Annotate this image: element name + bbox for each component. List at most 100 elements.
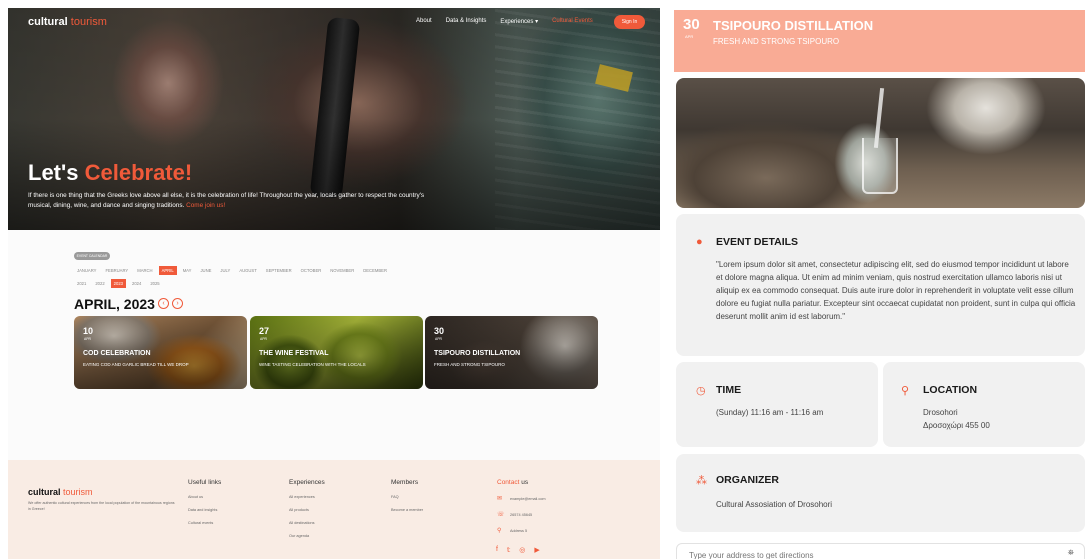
nav-link-data-insights[interactable]: Data & Insights	[446, 18, 487, 25]
footer-heading: Contact us	[497, 479, 546, 486]
directions-icon[interactable]: ⛯	[1068, 548, 1074, 558]
signin-button[interactable]: Sign In	[614, 15, 645, 29]
card-day: 27	[259, 326, 270, 336]
event-card-wine-festival[interactable]: 27 APR THE WINE FESTIVAL WINE TASTING CE…	[250, 316, 423, 389]
photo-glass	[862, 138, 898, 194]
location-line-2: Δροσοχώρι 455 00	[923, 421, 990, 430]
month-february[interactable]: FEBRUARY	[102, 266, 131, 275]
card-month: APR	[84, 337, 91, 341]
hero-banner: cultural tourism About Data & Insights E…	[8, 8, 660, 230]
hero-title-main: Let's	[28, 160, 79, 185]
address-input[interactable]	[689, 549, 1049, 559]
month-august[interactable]: AUGUST	[236, 266, 259, 275]
contact-email[interactable]: ✉ example@email.com	[497, 495, 546, 502]
month-june[interactable]: JUNE	[197, 266, 214, 275]
footer-link-events[interactable]: Cultural events	[188, 521, 221, 525]
event-day: 30	[683, 16, 700, 33]
clock-icon: ◷	[696, 385, 706, 397]
nav-link-about[interactable]: About	[416, 18, 432, 25]
footer-link-all-destinations[interactable]: All destinations	[289, 521, 325, 525]
site-footer: cultural tourism We offer authentic cult…	[8, 460, 660, 559]
event-month: APR	[685, 34, 694, 39]
footer-experiences: Experiences All experiences All products…	[289, 479, 325, 547]
card-subtitle: EATING COD AND GARLIC BREAD TILL WE DROP	[83, 362, 189, 367]
card-subtitle: FRESH AND STRONG TSIPOURO	[434, 362, 505, 367]
location-pin-icon: ⚲	[901, 385, 910, 397]
nav-link-experiences[interactable]: Experiences ▾	[500, 18, 538, 25]
footer-link-agenda[interactable]: Our agenda	[289, 534, 325, 538]
location-line-1: Drosohori	[923, 408, 958, 417]
card-day: 10	[83, 326, 94, 336]
contact-phone[interactable]: ☏ 26574 45645	[497, 511, 546, 518]
year-2022[interactable]: 2022	[92, 279, 107, 288]
event-card-cod-celebration[interactable]: 10 APR COD CELEBRATION EATING COD AND GA…	[74, 316, 247, 389]
month-december[interactable]: DECEMBER	[360, 266, 390, 275]
location-box: ⚲ LOCATION Drosohori Δροσοχώρι 455 00	[883, 362, 1085, 447]
card-title: TSIPOURO DISTILLATION	[434, 350, 521, 357]
year-2024[interactable]: 2024	[129, 279, 144, 288]
twitter-icon[interactable]: 𝕥	[507, 546, 510, 554]
event-header: 30 APR TSIPOURO DISTILLATION FRESH AND S…	[674, 10, 1085, 72]
contact-address[interactable]: ⚲ Address 5	[497, 527, 546, 534]
event-details-text: "Lorem ipsum dolor sit amet, consectetur…	[716, 260, 1076, 321]
footer-logo-accent: tourism	[63, 487, 93, 497]
card-month: APR	[435, 337, 442, 341]
footer-link-all-products[interactable]: All products	[289, 508, 325, 512]
nav-links: About Data & Insights Experiences ▾ Cult…	[416, 18, 593, 25]
footer-useful-links: Useful links About us Data and insights …	[188, 479, 221, 534]
organizer-box: ⁂ ORGANIZER Cultural Assosiation of Dros…	[676, 454, 1085, 532]
footer-logo-main: cultural	[28, 487, 61, 497]
next-month-button[interactable]: ›	[172, 298, 183, 309]
site-logo[interactable]: cultural tourism	[28, 16, 107, 28]
month-november[interactable]: NOVEMBER	[327, 266, 357, 275]
facebook-icon[interactable]: f	[496, 546, 498, 554]
phone-icon: ☏	[497, 512, 505, 518]
contact-address-text: Address 5	[510, 528, 528, 533]
calendar-heading: APRIL, 2023	[74, 296, 155, 312]
year-2025[interactable]: 2025	[147, 279, 162, 288]
footer-link-faq[interactable]: FAQ	[391, 495, 423, 499]
hero-title-accent: Celebrate!	[84, 160, 193, 185]
footer-link-about[interactable]: About us	[188, 495, 221, 499]
event-calendar: EVENT CALENDAR JANUARY FEBRUARY MARCH AP…	[8, 230, 660, 460]
footer-heading: Useful links	[188, 479, 222, 486]
prev-month-button[interactable]: ‹	[158, 298, 169, 309]
instagram-icon[interactable]: ◎	[519, 546, 525, 554]
screenshot-root: cultural tourism About Data & Insights E…	[0, 0, 1085, 559]
time-title: TIME	[716, 384, 742, 396]
month-july[interactable]: JULY	[217, 266, 233, 275]
footer-heading: Members	[391, 479, 419, 486]
card-month: APR	[260, 337, 267, 341]
organizer-text: Cultural Assosiation of Drosohori	[716, 500, 833, 509]
join-link[interactable]: Come join us!	[186, 202, 225, 209]
location-title: LOCATION	[923, 384, 978, 396]
youtube-icon[interactable]: ▶	[534, 546, 539, 554]
footer-logo[interactable]: cultural tourism	[28, 487, 93, 497]
card-title: THE WINE FESTIVAL	[259, 350, 329, 357]
card-subtitle: WINE TASTING CELEBRATION WITH THE LOCALS	[259, 362, 366, 367]
chevron-down-icon: ▾	[535, 19, 539, 25]
year-2021[interactable]: 2021	[74, 279, 89, 288]
hero-text: If there is one thing that the Greeks lo…	[28, 191, 428, 211]
month-october[interactable]: OCTOBER	[298, 266, 325, 275]
hero-paragraph: If there is one thing that the Greeks lo…	[28, 192, 425, 209]
footer-link-become-member[interactable]: Become a member	[391, 508, 423, 512]
contact-phone-text: 26574 45645	[510, 512, 533, 517]
card-title: COD CELEBRATION	[83, 350, 151, 357]
month-april[interactable]: APRIL	[158, 266, 177, 275]
nav-link-cultural-events[interactable]: Cultural Events	[552, 18, 593, 25]
event-title: TSIPOURO DISTILLATION	[713, 18, 874, 33]
month-may[interactable]: MAY	[180, 266, 195, 275]
year-2023[interactable]: 2023	[110, 279, 126, 288]
event-card-tsipouro-distillation[interactable]: 30 APR TSIPOURO DISTILLATION FRESH AND S…	[425, 316, 598, 389]
month-march[interactable]: MARCH	[134, 266, 155, 275]
organizer-title: ORGANIZER	[716, 474, 779, 486]
month-september[interactable]: SEPTEMBER	[263, 266, 295, 275]
footer-link-all-experiences[interactable]: All experiences	[289, 495, 325, 499]
footer-heading: Experiences	[289, 479, 325, 486]
top-nav: cultural tourism About Data & Insights E…	[8, 8, 660, 38]
month-january[interactable]: JANUARY	[74, 266, 99, 275]
event-subtitle: FRESH AND STRONG TSIPOURO	[713, 37, 840, 46]
location-icon: ⚲	[497, 528, 502, 534]
footer-link-data[interactable]: Data and insights	[188, 508, 221, 512]
